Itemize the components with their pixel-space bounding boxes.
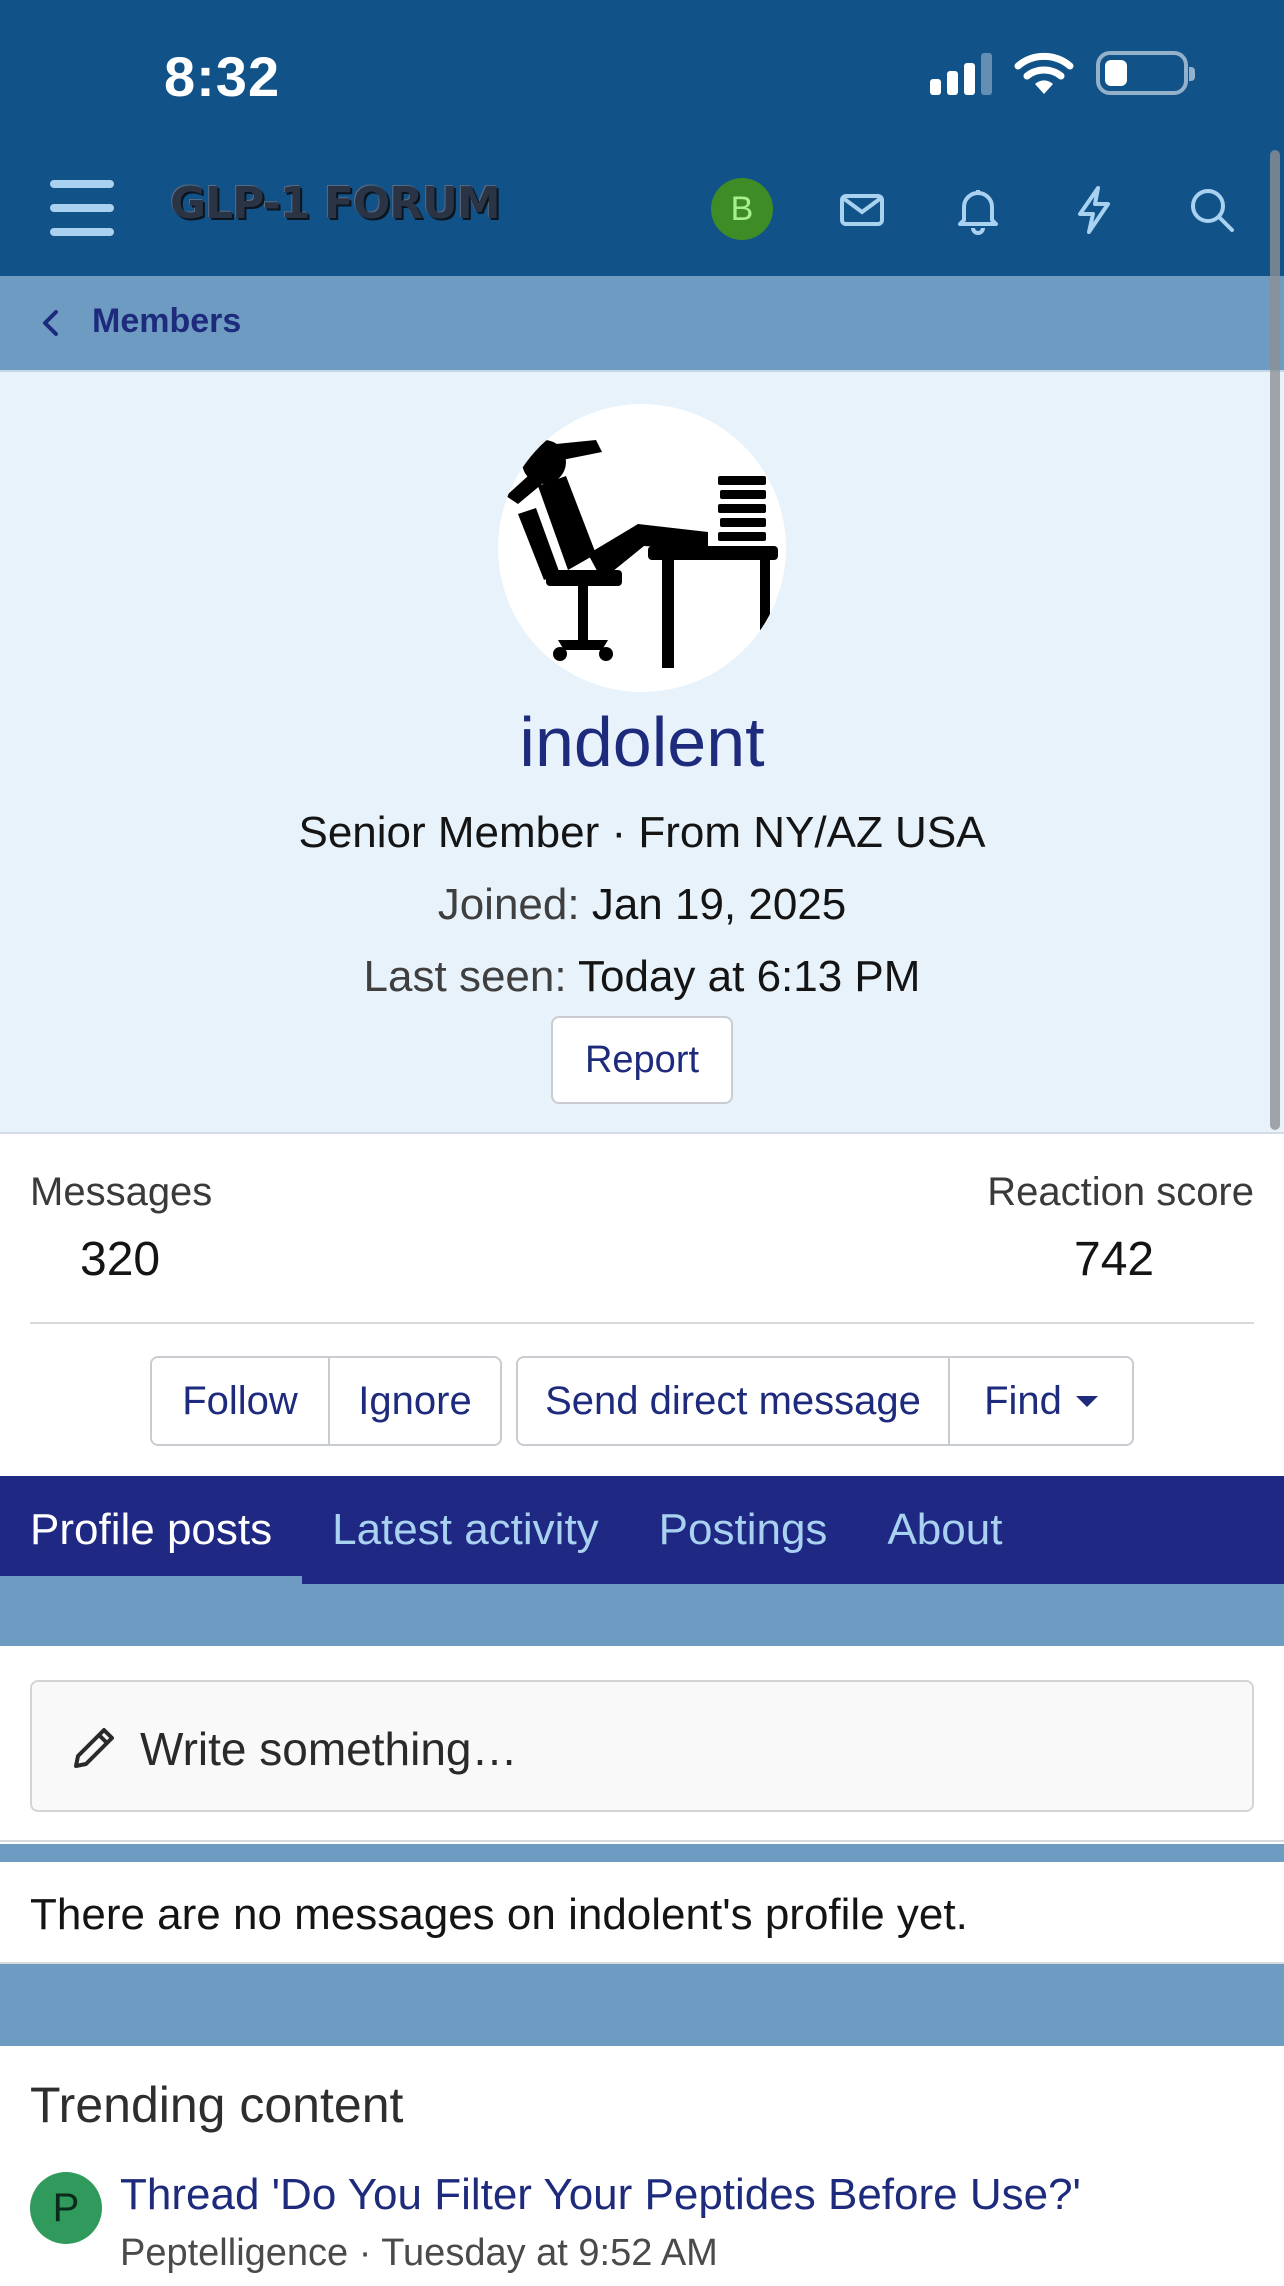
joined-value: Jan 19, 2025: [591, 880, 847, 929]
avatar[interactable]: P: [30, 2172, 102, 2244]
trending-content-title: Trending content: [30, 2077, 404, 2133]
reaction-score-label: Reaction score: [987, 1170, 1254, 1214]
report-button[interactable]: Report: [551, 1016, 733, 1104]
empty-profile-message: There are no messages on indolent's prof…: [30, 1890, 968, 1939]
chevron-left-icon[interactable]: [36, 306, 66, 340]
follow-button[interactable]: Follow: [152, 1358, 328, 1444]
profile-header: indolent Senior Member · From NY/AZ USA …: [0, 370, 1284, 1134]
tab-latest-activity[interactable]: Latest activity: [302, 1476, 629, 1584]
person-at-desk-icon: [506, 440, 778, 668]
profile-last-seen: Last seen: Today at 6:13 PM: [0, 952, 1284, 1002]
divider: [0, 1840, 1284, 1842]
joined-label: Joined:: [437, 880, 580, 929]
tab-about[interactable]: About: [857, 1476, 1032, 1584]
write-something-placeholder: Write something…: [140, 1723, 518, 1775]
profile-tabs: Profile posts Latest activity Postings A…: [0, 1476, 1284, 1584]
reaction-score-value[interactable]: 742: [1074, 1232, 1154, 1287]
lightning-icon[interactable]: [1066, 182, 1122, 238]
last-seen-value: Today at 6:13 PM: [578, 952, 921, 1001]
tab-profile-posts[interactable]: Profile posts: [0, 1476, 303, 1584]
find-dropdown-button[interactable]: Find: [948, 1358, 1132, 1444]
trending-thread-meta: Peptelligence · Tuesday at 9:52 AM: [120, 2232, 718, 2274]
section-band: [0, 1584, 1284, 1646]
bell-icon[interactable]: [950, 182, 1006, 238]
user-avatar[interactable]: B: [711, 178, 773, 240]
messages-value[interactable]: 320: [80, 1232, 160, 1287]
breadcrumb: Members: [0, 276, 1284, 370]
mail-icon[interactable]: [834, 182, 890, 238]
forum-logo[interactable]: GLP-1 FORUM: [170, 178, 501, 229]
profile-joined: Joined: Jan 19, 2025: [0, 880, 1284, 930]
send-direct-message-button[interactable]: Send direct message: [518, 1358, 948, 1444]
write-something-input[interactable]: Write something…: [30, 1680, 1254, 1812]
section-band: [0, 1844, 1284, 1862]
section-band: [0, 1964, 1284, 2046]
follow-ignore-group: Follow Ignore: [150, 1356, 502, 1446]
status-time: 8:32: [164, 45, 281, 108]
profile-username: indolent: [519, 703, 765, 781]
last-seen-label: Last seen:: [363, 952, 567, 1001]
wifi-icon: [1014, 52, 1074, 94]
stats-divider: [30, 1322, 1254, 1324]
nav-row: GLP-1 FORUM B: [0, 160, 1284, 256]
caret-down-icon: [1075, 1395, 1098, 1407]
battery-icon: [1096, 51, 1195, 95]
messages-label: Messages: [30, 1170, 213, 1214]
scrollbar[interactable]: [1270, 150, 1280, 1130]
trending-thread-link[interactable]: Thread 'Do You Filter Your Peptides Befo…: [120, 2170, 1081, 2220]
profile-title-line: Senior Member · From NY/AZ USA: [298, 808, 986, 857]
menu-icon[interactable]: [50, 180, 114, 236]
find-label: Find: [984, 1378, 1062, 1423]
status-icons: [930, 50, 1195, 96]
pencil-icon: [74, 1728, 114, 1768]
breadcrumb-members-link[interactable]: Members: [92, 302, 241, 341]
profile-avatar: [498, 404, 786, 692]
search-icon[interactable]: [1184, 182, 1240, 238]
dm-find-group: Send direct message Find: [516, 1356, 1134, 1446]
tab-postings[interactable]: Postings: [629, 1476, 858, 1584]
cellular-signal-icon: [930, 51, 992, 95]
app-header: 8:32 GLP-1 FORUM B: [0, 0, 1284, 276]
ignore-button[interactable]: Ignore: [328, 1358, 500, 1444]
